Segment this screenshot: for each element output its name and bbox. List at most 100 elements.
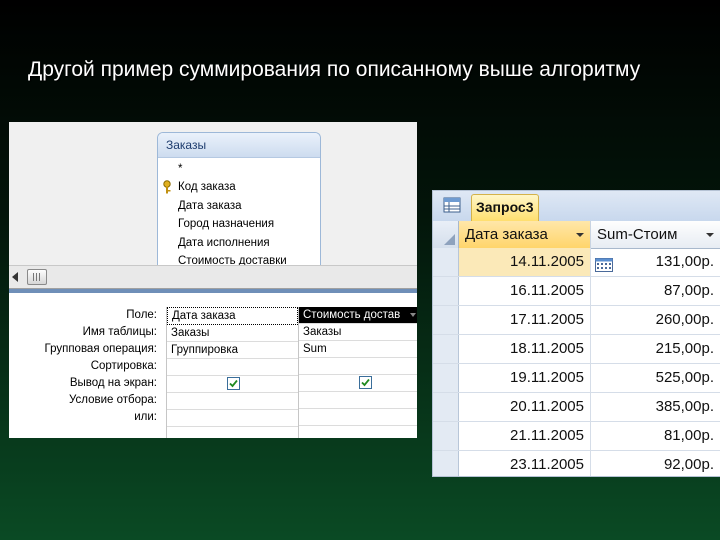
field-cell[interactable]: Стоимость достав xyxy=(299,307,417,324)
table-row[interactable]: 19.11.2005 525,00р. xyxy=(433,364,720,393)
sum-cell[interactable]: 81,00р. xyxy=(591,422,720,450)
date-picker-icon[interactable] xyxy=(595,254,613,272)
field-list-item[interactable]: Дата исполнения xyxy=(178,234,320,252)
row-labels: Поле: Имя таблицы: Групповая операция: С… xyxy=(9,307,159,426)
row-label-criteria: Условие отбора: xyxy=(68,394,157,406)
date-cell[interactable]: 18.11.2005 xyxy=(459,335,591,363)
primary-key-icon xyxy=(162,180,172,194)
criteria-cell[interactable] xyxy=(299,392,417,409)
record-selector[interactable] xyxy=(433,364,459,392)
grip-icon xyxy=(33,273,41,281)
table-row[interactable]: 14.11.2005 131,00р. xyxy=(433,248,720,277)
sum-value: 260,00р. xyxy=(655,311,714,328)
field-label: * xyxy=(178,163,183,175)
table-row[interactable]: 20.11.2005 385,00р. xyxy=(433,393,720,422)
record-selector[interactable] xyxy=(433,248,459,276)
table-row[interactable]: 18.11.2005 215,00р. xyxy=(433,335,720,364)
field-label: Город назначения xyxy=(178,218,275,231)
column-header-sum[interactable]: Sum-Стоим xyxy=(591,221,720,248)
design-column-1: Дата заказа Заказы Группировка xyxy=(166,307,298,438)
column-header-date[interactable]: Дата заказа xyxy=(459,221,591,248)
scroll-left-arrow-icon[interactable] xyxy=(12,272,18,282)
sum-value: 385,00р. xyxy=(655,398,714,415)
table-row[interactable]: 17.11.2005 260,00р. xyxy=(433,306,720,335)
sum-value: 525,00р. xyxy=(655,369,714,386)
checkmark-icon xyxy=(229,379,238,388)
show-cell[interactable] xyxy=(167,376,298,393)
scroll-thumb[interactable] xyxy=(27,269,47,285)
field-list-item[interactable]: Город назначения xyxy=(178,215,320,233)
date-cell[interactable]: 23.11.2005 xyxy=(459,451,591,476)
slide-title: Другой пример суммирования по описанному… xyxy=(28,58,641,81)
date-cell[interactable]: 19.11.2005 xyxy=(459,364,591,392)
group-cell[interactable]: Группировка xyxy=(167,342,298,359)
sort-filter-arrow-icon[interactable] xyxy=(706,233,714,237)
date-cell[interactable]: 20.11.2005 xyxy=(459,393,591,421)
row-label-or: или: xyxy=(134,411,157,423)
tab-label: Запрос3 xyxy=(476,199,534,215)
sort-filter-arrow-icon[interactable] xyxy=(576,233,584,237)
sort-cell[interactable] xyxy=(299,358,417,375)
row-label-show: Вывод на экран: xyxy=(69,377,157,389)
group-cell[interactable]: Sum xyxy=(299,341,417,358)
table-box-orders[interactable]: Заказы * Код заказа Дата заказа Город на… xyxy=(157,132,321,266)
checkmark-icon xyxy=(361,378,370,387)
sum-cell[interactable]: 131,00р. xyxy=(591,248,720,276)
table-pane: Заказы * Код заказа Дата заказа Город на… xyxy=(9,122,417,266)
date-cell[interactable]: 16.11.2005 xyxy=(459,277,591,305)
table-row[interactable]: 23.11.2005 92,00р. xyxy=(433,451,720,476)
row-label-sort: Сортировка: xyxy=(90,360,157,372)
row-label-group: Групповая операция: xyxy=(44,343,158,355)
sum-cell[interactable]: 525,00р. xyxy=(591,364,720,392)
table-row[interactable]: 16.11.2005 87,00р. xyxy=(433,277,720,306)
record-selector[interactable] xyxy=(433,335,459,363)
sum-cell[interactable]: 87,00р. xyxy=(591,277,720,305)
show-checkbox[interactable] xyxy=(227,377,240,390)
table-cell[interactable]: Заказы xyxy=(167,325,298,342)
field-cell[interactable]: Дата заказа xyxy=(167,307,298,325)
record-selector[interactable] xyxy=(433,393,459,421)
date-cell[interactable]: 14.11.2005 xyxy=(459,248,591,276)
field-label: Код заказа xyxy=(178,181,236,194)
sum-cell[interactable]: 260,00р. xyxy=(591,306,720,334)
show-checkbox[interactable] xyxy=(359,376,372,389)
sort-cell[interactable] xyxy=(167,359,298,376)
field-list-item[interactable]: Код заказа xyxy=(163,178,320,196)
field-list: * Код заказа Дата заказа Город назначени… xyxy=(158,158,320,266)
field-list-item[interactable]: * xyxy=(178,160,320,178)
field-list-item[interactable]: Дата заказа xyxy=(178,197,320,215)
query-datasheet-icon xyxy=(443,197,461,213)
datasheet-header: Дата заказа Sum-Стоим xyxy=(433,221,720,249)
record-selector[interactable] xyxy=(433,277,459,305)
sum-value: 81,00р. xyxy=(663,427,714,444)
sum-cell[interactable]: 92,00р. xyxy=(591,451,720,476)
table-box-title[interactable]: Заказы xyxy=(158,133,320,158)
sum-value: 131,00р. xyxy=(655,253,714,270)
field-list-item[interactable]: Стоимость доставки xyxy=(178,252,320,266)
dropdown-arrow-icon[interactable] xyxy=(410,313,416,317)
show-cell[interactable] xyxy=(299,375,417,392)
select-all-corner[interactable] xyxy=(433,221,459,248)
tab-query3[interactable]: Запрос3 xyxy=(471,194,539,221)
or-cell[interactable] xyxy=(299,409,417,426)
or-cell[interactable] xyxy=(167,410,298,427)
row-label-table: Имя таблицы: xyxy=(82,326,157,338)
horizontal-scrollbar[interactable] xyxy=(9,265,417,289)
query-designer: Заказы * Код заказа Дата заказа Город на… xyxy=(9,122,417,438)
table-cell[interactable]: Заказы xyxy=(299,324,417,341)
record-selector[interactable] xyxy=(433,422,459,450)
datasheet-rows: 14.11.2005 131,00р. 16.11.2005 87,00р. 17.11… xyxy=(433,248,720,476)
sum-cell[interactable]: 215,00р. xyxy=(591,335,720,363)
table-row[interactable]: 21.11.2005 81,00р. xyxy=(433,422,720,451)
record-selector[interactable] xyxy=(433,306,459,334)
sum-cell[interactable]: 385,00р. xyxy=(591,393,720,421)
record-selector[interactable] xyxy=(433,451,459,476)
column-header-label: Sum-Стоим xyxy=(597,226,678,243)
criteria-cell[interactable] xyxy=(167,393,298,410)
date-cell[interactable]: 21.11.2005 xyxy=(459,422,591,450)
row-label-field: Поле: xyxy=(126,309,157,321)
date-cell[interactable]: 17.11.2005 xyxy=(459,306,591,334)
tab-bar: Запрос3 xyxy=(433,191,720,221)
field-label: Дата заказа xyxy=(178,199,242,212)
field-cell-text: Стоимость достав xyxy=(303,309,401,321)
